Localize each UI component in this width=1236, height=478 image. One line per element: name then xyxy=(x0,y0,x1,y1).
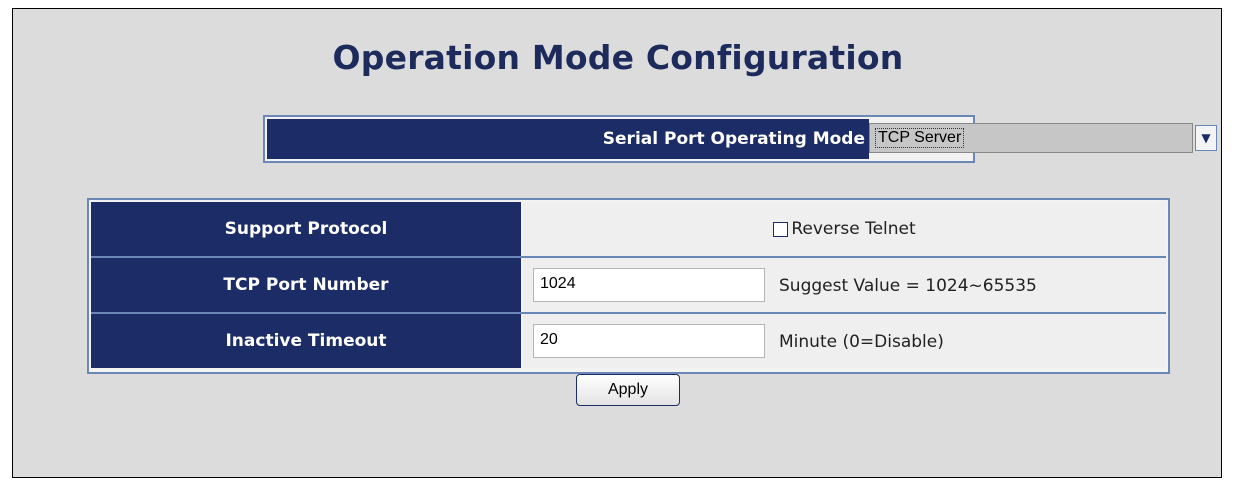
table-row-tcp-port: TCP Port Number 1024 Suggest Value = 102… xyxy=(91,258,1166,312)
config-table: Support Protocol Reverse Telnet TCP Port… xyxy=(87,198,1170,374)
operating-mode-panel: Serial Port Operating Mode TCP Server ▼ xyxy=(263,115,1217,163)
support-protocol-label: Support Protocol xyxy=(91,202,521,256)
reverse-telnet-label: Reverse Telnet xyxy=(791,219,916,239)
inactive-timeout-input[interactable]: 20 xyxy=(533,324,765,358)
tcp-port-label: TCP Port Number xyxy=(91,258,521,312)
tcp-port-value-cell: 1024 Suggest Value = 1024~65535 xyxy=(523,258,1166,312)
operating-mode-select-value[interactable]: TCP Server xyxy=(869,123,1193,153)
operating-mode-select[interactable]: TCP Server ▼ xyxy=(869,123,1217,153)
operating-mode-label: Serial Port Operating Mode xyxy=(602,129,865,149)
inactive-timeout-label: Inactive Timeout xyxy=(91,314,521,368)
reverse-telnet-option[interactable]: Reverse Telnet xyxy=(523,202,1166,256)
tcp-port-hint: Suggest Value = 1024~65535 xyxy=(779,276,1037,296)
support-protocol-value-cell: Reverse Telnet xyxy=(523,202,1166,256)
table-row-inactive-timeout: Inactive Timeout 20 Minute (0=Disable) xyxy=(91,314,1166,368)
inactive-timeout-value-cell: 20 Minute (0=Disable) xyxy=(523,314,1166,368)
inactive-timeout-hint: Minute (0=Disable) xyxy=(779,332,944,352)
tcp-port-input[interactable]: 1024 xyxy=(533,268,765,302)
page-title: Operation Mode Configuration xyxy=(332,38,904,77)
apply-button[interactable]: Apply xyxy=(576,374,680,406)
reverse-telnet-checkbox[interactable] xyxy=(773,221,789,237)
chevron-down-icon[interactable]: ▼ xyxy=(1195,125,1217,151)
table-row-support-protocol: Support Protocol Reverse Telnet xyxy=(91,202,1166,256)
operating-mode-label-cell: Serial Port Operating Mode xyxy=(267,119,869,159)
operating-mode-selected-text: TCP Server xyxy=(874,128,965,148)
